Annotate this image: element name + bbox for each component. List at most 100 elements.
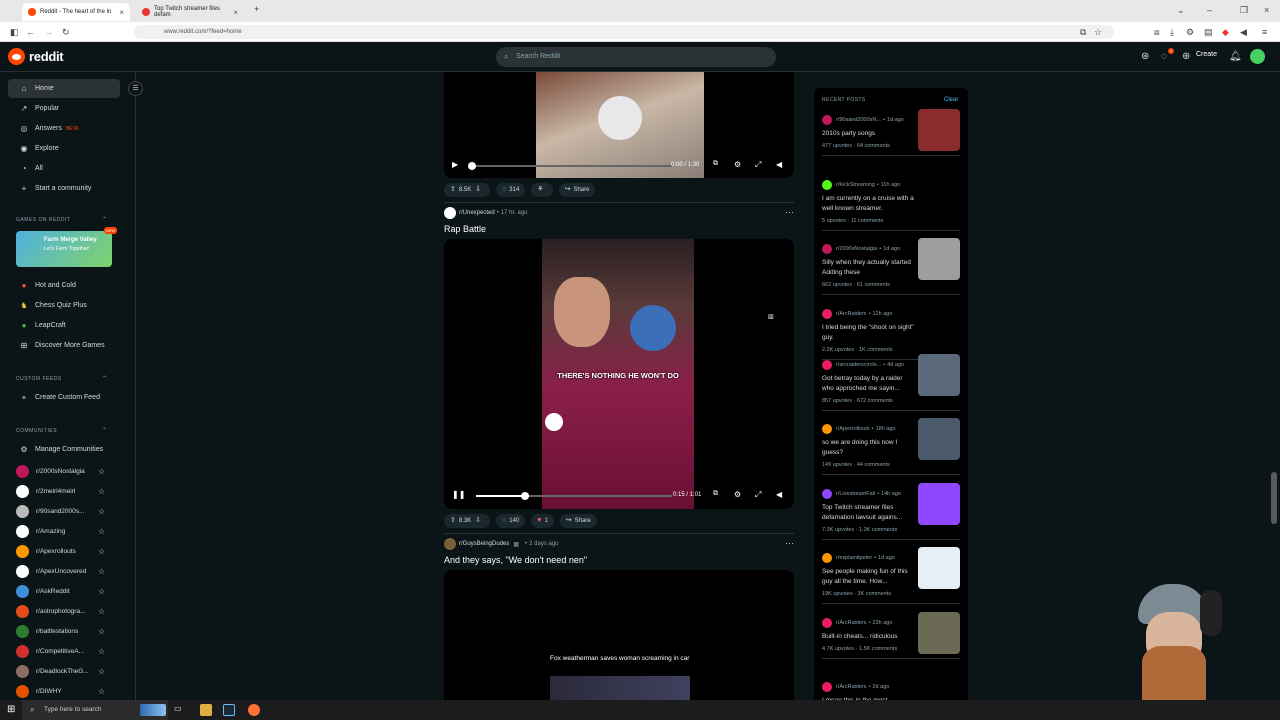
volume-icon[interactable]: ◀ — [1240, 27, 1247, 38]
subreddit-link[interactable]: r/GuysBeingDudes — [459, 541, 509, 547]
recent-post-thumbnail[interactable] — [918, 238, 960, 280]
more-options-icon[interactable]: ··· — [785, 207, 794, 217]
sidebar-toggle-icon[interactable]: ◧ — [10, 27, 19, 38]
puzzle-icon[interactable]: ▤ — [1204, 27, 1213, 38]
collapse-sidebar-icon[interactable]: ☰ — [128, 81, 143, 96]
sidebar-community-item[interactable]: r/2000sNostalgia ☆ — [16, 462, 116, 480]
close-tab-icon[interactable]: × — [119, 8, 124, 17]
forward-icon[interactable]: → — [44, 27, 53, 37]
firefox-icon[interactable] — [248, 704, 260, 716]
tab-twitch-article[interactable]: Top Twitch streamer files defam × — [136, 3, 244, 21]
url-bar[interactable]: www.reddit.com/?feed=home — [134, 25, 1114, 39]
subreddit-avatar[interactable] — [444, 538, 456, 550]
recent-post-thumbnail[interactable] — [918, 547, 960, 589]
upvote-icon[interactable]: ⇧ — [450, 183, 456, 197]
recent-post-title[interactable]: 2010s party songs — [822, 129, 914, 139]
recent-post-subreddit[interactable]: r/LivestreamFail — [836, 491, 875, 497]
favorite-star-icon[interactable]: ☆ — [98, 687, 105, 696]
recent-post-title[interactable]: Got betray today by a raider who approch… — [822, 374, 914, 394]
sidebar-community-item[interactable]: r/AskReddit ☆ — [16, 582, 116, 600]
upvote-icon[interactable]: ⇧ — [450, 514, 456, 528]
favorite-star-icon[interactable]: ☆ — [98, 647, 105, 656]
video-seek-bar[interactable] — [476, 495, 672, 497]
close-tab-icon[interactable]: × — [233, 8, 238, 17]
sidebar-game-chess-quiz[interactable]: ♞ Chess Quiz Plus — [8, 296, 120, 315]
post-video-player[interactable]: ▶ 0:00 / 1:30 ⧉ ⚙ ⤢ ◀︎ — [444, 72, 794, 178]
recent-post-thumbnail[interactable] — [918, 109, 960, 151]
comments-button[interactable]: ◌ 140 — [496, 514, 526, 528]
back-icon[interactable]: ← — [26, 27, 35, 37]
play-icon[interactable]: ▶ — [452, 160, 458, 169]
sidebar-community-item[interactable]: r/CompetitiveA... ☆ — [16, 642, 116, 660]
recent-post-thumbnail[interactable] — [918, 612, 960, 654]
video-seek-bar[interactable] — [472, 165, 672, 167]
recent-post-subreddit[interactable]: r/ArcRaiders — [836, 684, 867, 690]
create-button[interactable]: Create — [1196, 51, 1217, 58]
sidebar-community-item[interactable]: r/Amazing ☆ — [16, 522, 116, 540]
post-title[interactable]: And they says, "We don't need nen" — [444, 555, 587, 565]
favorite-star-icon[interactable]: ☆ — [98, 467, 105, 476]
sidebar-community-item[interactable]: r/2meirl4meirl ☆ — [16, 482, 116, 500]
avatar[interactable] — [1250, 49, 1265, 64]
favorite-star-icon[interactable]: ☆ — [98, 587, 105, 596]
vote-pill[interactable]: ⇧ 8.5K ⇩ — [444, 183, 491, 197]
settings-gear-icon[interactable]: ⚙ — [734, 160, 741, 169]
chat-icon[interactable]: ◌ — [1161, 51, 1167, 62]
reload-icon[interactable]: ↻ — [62, 27, 70, 38]
minimize-icon[interactable]: – — [1207, 5, 1212, 15]
translate-icon[interactable]: ⧉ — [1080, 27, 1086, 38]
sidebar-item-all[interactable]: ◔ All — [8, 159, 120, 178]
picture-in-picture-icon[interactable]: ⧈ — [768, 311, 774, 322]
sidebar-game-leapcraft[interactable]: ● LeapCraft — [8, 316, 120, 335]
sidebar-community-item[interactable]: r/90sand2000s... ☆ — [16, 502, 116, 520]
sidebar-community-item[interactable]: r/Apexrollouts ☆ — [16, 542, 116, 560]
steam-icon[interactable] — [223, 704, 235, 716]
game-banner-farm-merge-valley[interactable]: Farm Merge Valley Let's Farm Together! N… — [16, 227, 118, 267]
sidebar-discover-games[interactable]: ⊞ Discover More Games — [8, 336, 120, 355]
recent-post-thumbnail[interactable] — [918, 354, 960, 396]
search-input[interactable]: ⌕ Search Reddit — [496, 47, 776, 67]
new-tab-icon[interactable]: + — [254, 4, 259, 14]
recent-post-subreddit[interactable]: r/KickStreaming — [836, 182, 875, 188]
downvote-icon[interactable]: ⇩ — [475, 514, 481, 528]
close-window-icon[interactable]: × — [1264, 5, 1269, 15]
fullscreen-icon[interactable]: ⤢ — [755, 490, 761, 500]
bookmark-star-icon[interactable]: ☆ — [1094, 27, 1102, 38]
pause-icon[interactable]: ❚❚ — [452, 490, 465, 499]
recent-post-title[interactable]: Silly when they actually started Adding … — [822, 258, 914, 278]
sidebar-community-item[interactable]: r/ApexUncovered ☆ — [16, 562, 116, 580]
recent-post-subreddit[interactable]: r/2000sNostalgia — [836, 246, 877, 252]
windows-start-icon[interactable]: ⊞ — [7, 704, 15, 715]
favorite-star-icon[interactable]: ☆ — [98, 667, 105, 676]
recent-post-subreddit[interactable]: r/arcraiderscircle... — [836, 362, 881, 368]
recent-post-title[interactable]: I am currently on a cruise with a well k… — [822, 194, 914, 214]
post-video-player[interactable]: Fox weatherman saves woman screaming in … — [444, 570, 794, 700]
settings-icon[interactable]: ⚙ — [1186, 27, 1194, 38]
sidebar-item-answers[interactable]: ◎ Answers BETA — [8, 119, 120, 138]
comments-button[interactable]: ◌ 314 — [496, 183, 526, 197]
award-button[interactable]: ♥ 1 — [531, 514, 554, 528]
volume-icon[interactable]: ◀︎ — [776, 490, 782, 499]
downloads-icon[interactable]: ⤓ — [1170, 27, 1174, 38]
settings-gear-icon[interactable]: ⚙ — [734, 490, 741, 499]
weather-widget-icon[interactable] — [140, 704, 166, 716]
file-explorer-icon[interactable] — [200, 704, 212, 716]
subreddit-avatar[interactable] — [444, 207, 456, 219]
sidebar-item-home[interactable]: ⌂ Home — [8, 79, 120, 98]
chevron-down-icon[interactable]: ⌄ — [1177, 5, 1185, 16]
seek-handle[interactable] — [468, 162, 476, 170]
award-button[interactable]: ⚘ — [531, 183, 553, 197]
restore-icon[interactable]: ❐ — [1240, 5, 1248, 16]
favorite-star-icon[interactable]: ☆ — [98, 487, 105, 496]
favorite-star-icon[interactable]: ☆ — [98, 567, 105, 576]
task-view-icon[interactable]: ▭ — [174, 704, 186, 716]
recent-post-title[interactable]: Top Twitch streamer files defamation law… — [822, 503, 914, 523]
favorite-star-icon[interactable]: ☆ — [98, 627, 105, 636]
vote-pill[interactable]: ⇧ 8.3K ⇩ — [444, 514, 491, 528]
recent-post-subreddit[interactable]: r/90sand2000sN... — [836, 117, 881, 123]
create-custom-feed[interactable]: + Create Custom Feed — [8, 388, 120, 407]
share-button[interactable]: ↪ Share — [559, 514, 597, 528]
sidebar-item-popular[interactable]: ↗ Popular — [8, 99, 120, 118]
share-button[interactable]: ↪ Share — [558, 183, 596, 197]
reddit-logo[interactable]: reddit — [8, 48, 64, 65]
